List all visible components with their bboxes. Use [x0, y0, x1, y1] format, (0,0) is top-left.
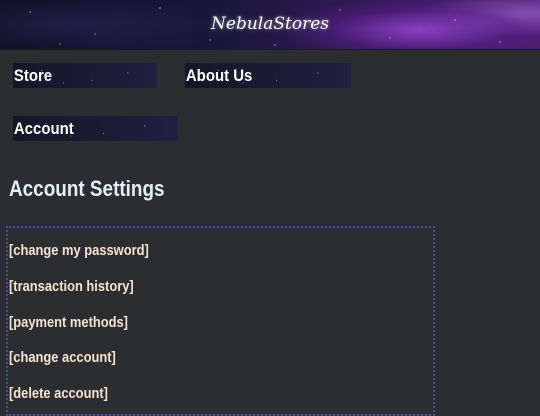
- nav-about-us-button[interactable]: About Us: [185, 63, 352, 88]
- payment-methods-link[interactable]: [payment methods]: [9, 314, 128, 331]
- change-account-link[interactable]: [change account]: [9, 349, 116, 366]
- page-title: Account Settings: [9, 176, 165, 201]
- delete-account-link[interactable]: [delete account]: [9, 385, 108, 402]
- nav-store-button[interactable]: Store: [13, 63, 157, 88]
- change-password-link[interactable]: [change my password]: [9, 242, 149, 259]
- nav-account-button[interactable]: Account: [13, 116, 178, 141]
- transaction-history-link[interactable]: [transaction history]: [9, 278, 134, 295]
- site-logo[interactable]: NebulaStores: [0, 0, 540, 49]
- site-header: NebulaStores: [0, 0, 540, 50]
